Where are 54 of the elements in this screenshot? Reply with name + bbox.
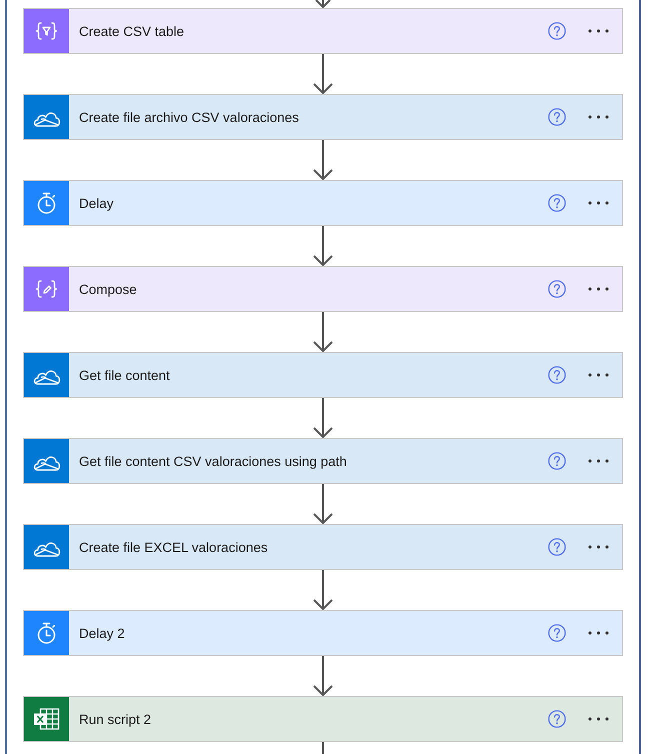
action-card[interactable]: Delay — [23, 180, 623, 226]
action-title: Create CSV table — [79, 24, 184, 38]
cloud-icon — [24, 525, 69, 569]
cloud-icon — [24, 439, 69, 483]
help-icon[interactable] — [548, 194, 566, 212]
action-card[interactable]: Run script 2 — [23, 696, 623, 742]
help-icon[interactable] — [548, 280, 566, 298]
action-title: Get file content CSV valoraciones using path — [79, 454, 347, 468]
action-title: Run script 2 — [79, 712, 152, 726]
action-title: Get file content — [79, 368, 170, 382]
action-card[interactable]: Create CSV table — [23, 8, 623, 54]
action-title: Compose — [79, 282, 137, 296]
braces-pencil-icon — [24, 267, 69, 311]
action-title: Create file archivo CSV valoraciones — [79, 110, 299, 124]
help-icon[interactable] — [548, 710, 566, 728]
connector-arrow — [313, 484, 333, 524]
action-title: Delay — [79, 196, 114, 210]
connector-arrow — [313, 226, 333, 266]
more-options-icon[interactable] — [588, 287, 609, 291]
more-options-icon[interactable] — [588, 545, 609, 549]
more-options-icon[interactable] — [588, 459, 609, 463]
help-icon[interactable] — [548, 22, 566, 40]
action-card[interactable]: Get file content CSV valoraciones using path — [23, 438, 623, 484]
connector-arrow — [313, 312, 333, 352]
more-options-icon[interactable] — [588, 373, 609, 377]
help-icon[interactable] — [548, 538, 566, 556]
action-card[interactable]: Get file content — [23, 352, 623, 398]
action-title: Delay 2 — [79, 626, 125, 640]
stopwatch-icon — [24, 611, 69, 655]
stopwatch-icon — [24, 181, 69, 225]
spreadsheet-icon — [24, 697, 69, 741]
braces-funnel-icon — [24, 9, 69, 53]
help-icon[interactable] — [548, 366, 566, 384]
help-icon[interactable] — [548, 108, 566, 126]
more-options-icon[interactable] — [588, 115, 609, 119]
connector-arrow — [313, 398, 333, 438]
more-options-icon[interactable] — [588, 29, 609, 33]
cloud-icon — [24, 353, 69, 397]
more-options-icon[interactable] — [588, 201, 609, 205]
help-icon[interactable] — [548, 624, 566, 642]
connector-arrow — [313, 54, 333, 94]
action-card[interactable]: Create file archivo CSV valoraciones — [23, 94, 623, 140]
action-title: Create file EXCEL valoraciones — [79, 540, 268, 554]
connector-arrow — [313, 570, 333, 610]
connector-line — [322, 742, 324, 754]
help-icon[interactable] — [548, 452, 566, 470]
cloud-icon — [24, 95, 69, 139]
connector-arrow — [313, 140, 333, 180]
more-options-icon[interactable] — [588, 631, 609, 635]
action-card[interactable]: Delay 2 — [23, 610, 623, 656]
action-card[interactable]: Create file EXCEL valoraciones — [23, 524, 623, 570]
more-options-icon[interactable] — [588, 717, 609, 721]
action-card[interactable]: Compose — [23, 266, 623, 312]
connector-arrow — [313, 656, 333, 696]
